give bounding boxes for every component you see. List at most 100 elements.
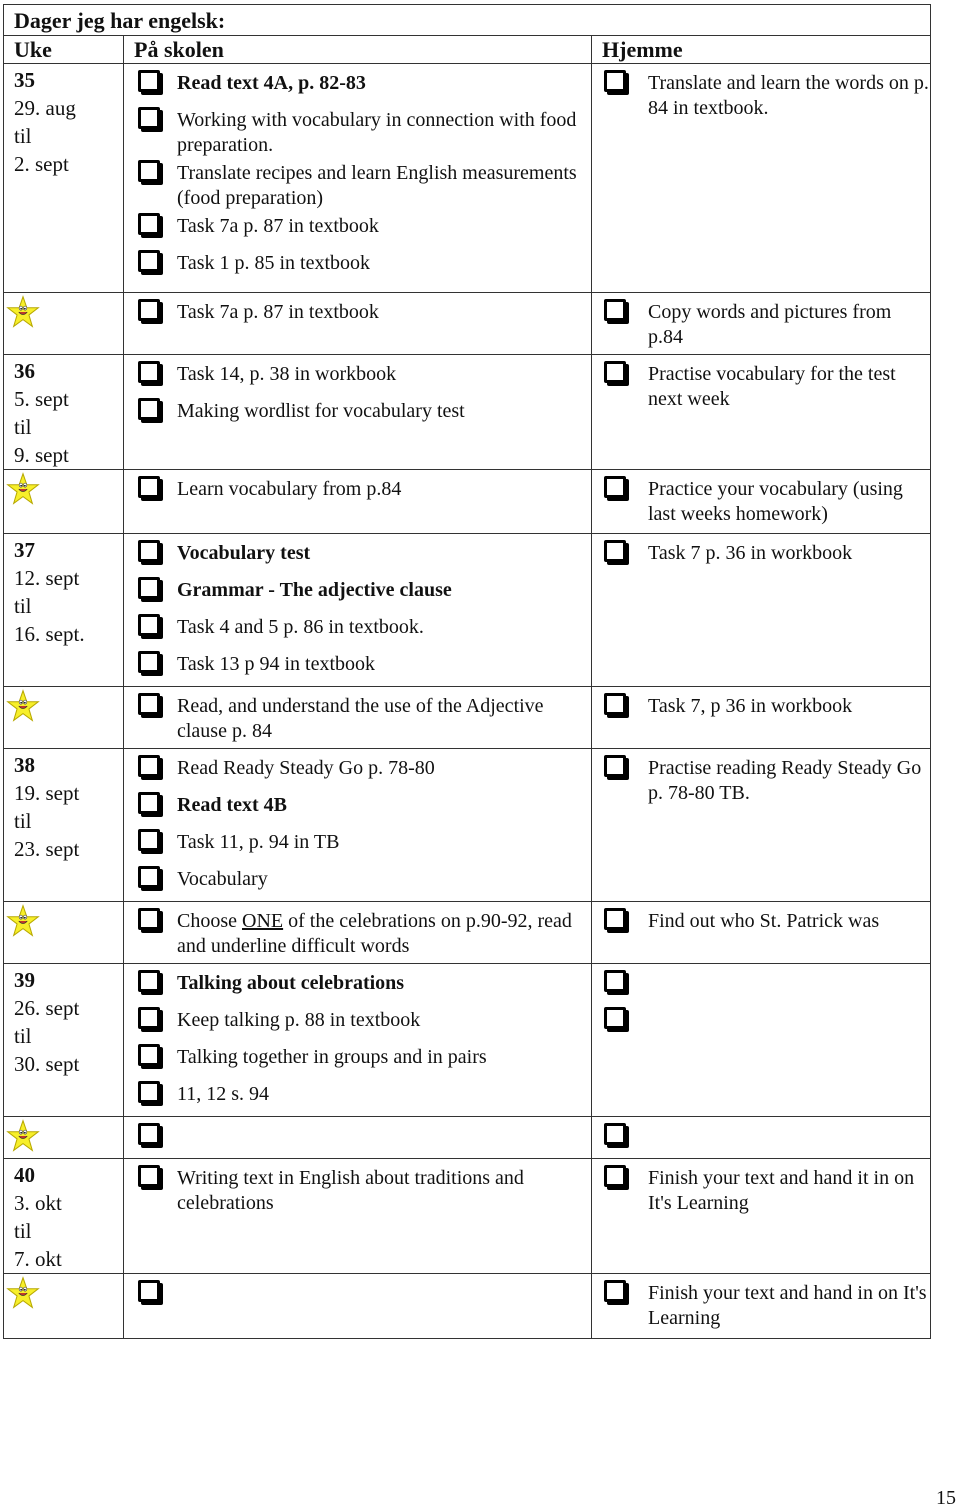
checkbox-icon[interactable]: [138, 614, 160, 636]
checkbox-icon[interactable]: [604, 540, 626, 562]
school-task-list: Learn vocabulary from p.84: [124, 470, 591, 511]
home-task-item: Task 7, p 36 in workbook: [604, 691, 930, 728]
star-cell: [3, 292, 124, 355]
school-task-item: Translate recipes and learn English meas…: [138, 158, 591, 211]
week-to: 16. sept.: [14, 622, 85, 646]
home-task-item: Practise vocabulary for the test next we…: [604, 359, 930, 412]
home-task-item: [604, 1005, 930, 1042]
week-row: 39 26. sept til 30. sept Talking about celeb…: [3, 963, 931, 1117]
checkbox-icon[interactable]: [138, 577, 160, 599]
checkbox-icon[interactable]: [138, 540, 160, 562]
checkbox-icon[interactable]: [604, 970, 626, 992]
checkbox-icon[interactable]: [138, 107, 160, 129]
checkbox-icon[interactable]: [138, 829, 160, 851]
checkbox-icon[interactable]: [138, 476, 160, 498]
school-task-list: Task 7a p. 87 in textbook: [124, 293, 591, 334]
home-task-item: Finish your text and hand in on It's Lea…: [604, 1278, 930, 1331]
home-task-list: Task 7 p. 36 in workbook: [592, 534, 930, 575]
checkbox-icon[interactable]: [604, 1123, 626, 1145]
home-task-list: Copy words and pictures from p.84: [592, 293, 930, 350]
star-row: Choose ONE of the celebrations on p.90-9…: [3, 901, 931, 964]
checkbox-icon[interactable]: [604, 299, 626, 321]
checkbox-icon[interactable]: [604, 1165, 626, 1187]
checkbox-icon[interactable]: [604, 1007, 626, 1029]
week-row: 40 3. okt til 7. okt Writing text in English…: [3, 1158, 931, 1274]
school-task-list: Read Ready Steady Go p. 78-80 Read text 4…: [124, 749, 591, 901]
school-task-text: Read Ready Steady Go p. 78-80: [177, 757, 435, 779]
checkbox-icon[interactable]: [138, 1123, 160, 1145]
school-task-item: Read text 4A, p. 82-83: [138, 68, 591, 105]
checkbox-icon[interactable]: [604, 361, 626, 383]
column-header-school: På skolen: [123, 35, 592, 64]
week-til: til: [14, 594, 32, 618]
home-task-list: [592, 1117, 930, 1158]
school-task-text: Task 13 p 94 in textbook: [177, 653, 376, 675]
checkbox-icon[interactable]: [138, 866, 160, 888]
school-task-list: Writing text in English about traditions…: [124, 1159, 591, 1216]
school-cell: Learn vocabulary from p.84: [123, 469, 592, 534]
checkbox-icon[interactable]: [138, 1280, 160, 1302]
checkbox-icon[interactable]: [138, 693, 160, 715]
checkbox-icon[interactable]: [604, 70, 626, 92]
checkbox-icon[interactable]: [138, 213, 160, 235]
checkbox-icon[interactable]: [138, 651, 160, 673]
checkbox-icon[interactable]: [138, 792, 160, 814]
checkbox-icon[interactable]: [138, 1007, 160, 1029]
school-task-item: Choose ONE of the celebrations on p.90-9…: [138, 906, 591, 959]
school-task-item: Task 1 p. 85 in textbook: [138, 248, 591, 285]
week-cell: 38 19. sept til 23. sept: [3, 748, 124, 902]
school-task-item: Vocabulary test: [138, 538, 591, 575]
school-task-item: Read, and understand the use of the Adje…: [138, 691, 591, 744]
week-from: 26. sept: [14, 996, 80, 1020]
page-number: 15: [936, 1487, 956, 1509]
school-task-text: Choose ONE of the celebrations on p.90-9…: [177, 906, 591, 959]
school-task-item: Talking together in groups and in pairs: [138, 1042, 591, 1079]
checkbox-icon[interactable]: [604, 1280, 626, 1302]
checkbox-icon[interactable]: [604, 755, 626, 777]
school-task-item: 11, 12 s. 94: [138, 1079, 591, 1116]
week-from: 19. sept: [14, 781, 80, 805]
star-row: Learn vocabulary from p.84 Practice your …: [3, 469, 931, 534]
week-from: 12. sept: [14, 566, 80, 590]
checkbox-icon[interactable]: [604, 908, 626, 930]
checkbox-icon[interactable]: [604, 476, 626, 498]
checkbox-icon[interactable]: [138, 1044, 160, 1066]
checkbox-icon[interactable]: [138, 755, 160, 777]
home-task-list: Practice your vocabulary (using last wee…: [592, 470, 930, 527]
week-til: til: [14, 1219, 32, 1243]
checkbox-icon[interactable]: [138, 908, 160, 930]
school-task-text: Working with vocabulary in connection wi…: [177, 109, 577, 156]
checkbox-icon[interactable]: [138, 398, 160, 420]
school-task-text: Read text 4B: [177, 794, 287, 816]
school-task-item: Task 7a p. 87 in textbook: [138, 211, 591, 248]
checkbox-icon[interactable]: [138, 1165, 160, 1187]
week-to: 2. sept: [14, 152, 69, 176]
checkbox-icon[interactable]: [138, 361, 160, 383]
school-task-list: Task 14, p. 38 in workbook Making wordlis…: [124, 355, 591, 433]
home-task-text: Practise vocabulary for the test next we…: [648, 363, 896, 410]
home-task-item: Finish your text and hand it in on It's …: [604, 1163, 930, 1216]
school-task-text: Talking together in groups and in pairs: [177, 1046, 487, 1068]
home-task-item: Copy words and pictures from p.84: [604, 297, 930, 350]
school-task-item: Read text 4B: [138, 790, 591, 827]
checkbox-icon[interactable]: [138, 1081, 160, 1103]
school-task-item: Task 7a p. 87 in textbook: [138, 297, 591, 334]
column-header-week: Uke: [3, 35, 124, 64]
week-num: 36: [14, 359, 35, 383]
checkbox-icon[interactable]: [138, 970, 160, 992]
checkbox-icon[interactable]: [138, 70, 160, 92]
home-task-item: Practice your vocabulary (using last wee…: [604, 474, 930, 527]
checkbox-icon[interactable]: [604, 693, 626, 715]
checkbox-icon[interactable]: [138, 160, 160, 182]
week-from: 5. sept: [14, 387, 69, 411]
table-title: Dager jeg har engelsk:: [3, 4, 931, 36]
homework-plan-table: Dager jeg har engelsk: Uke På skolen Hje…: [3, 4, 931, 1339]
school-task-item: Learn vocabulary from p.84: [138, 474, 591, 511]
home-cell: Task 7, p 36 in workbook: [591, 686, 931, 749]
header-row: Uke På skolen Hjemme: [3, 35, 931, 64]
home-task-list: Practise reading Ready Steady Go p. 78-8…: [592, 749, 930, 806]
checkbox-icon[interactable]: [138, 299, 160, 321]
week-row: 37 12. sept til 16. sept. Vocabulary test Gra…: [3, 533, 931, 687]
school-cell: Read Ready Steady Go p. 78-80 Read text 4…: [123, 748, 592, 902]
checkbox-icon[interactable]: [138, 250, 160, 272]
